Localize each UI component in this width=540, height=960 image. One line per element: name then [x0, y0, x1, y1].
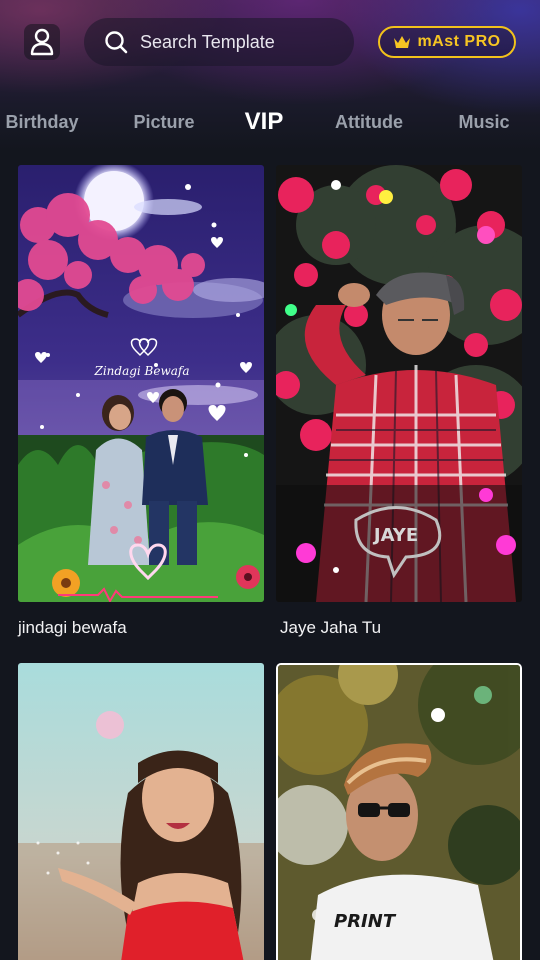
template-thumbnail[interactable]: Zindagi Bewafa [18, 165, 264, 602]
tab-music[interactable]: Music [458, 112, 509, 133]
search-placeholder: Search Template [140, 31, 275, 52]
girl-thumbnail-art [18, 663, 264, 960]
app-screen: Search Template mAst PRO Birthday Pictur… [0, 0, 540, 960]
search-icon [105, 31, 128, 54]
template-thumbnail[interactable]: JAYE [276, 165, 522, 602]
pro-label: mAst PRO [417, 33, 501, 50]
template-title: jindagi bewafa [18, 618, 127, 637]
pro-upgrade-button[interactable]: mAst PRO [378, 26, 516, 58]
profile-button[interactable] [24, 24, 60, 60]
template-title: Jaye Jaha Tu [280, 618, 382, 637]
tab-attitude[interactable]: Attitude [335, 112, 403, 133]
category-tabs: Birthday Picture VIP Attitude Music [0, 100, 540, 146]
template-thumbnail-selected[interactable]: PRINT [276, 663, 522, 960]
couple-thumbnail-art: Zindagi Bewafa [18, 165, 264, 602]
crown-icon [394, 36, 411, 48]
tab-picture[interactable]: Picture [133, 112, 194, 133]
person-icon [30, 28, 54, 56]
thumbnail-overlay-text: PRINT [334, 911, 397, 932]
search-bar[interactable]: Search Template [84, 18, 354, 66]
sunglasses-boy-thumbnail-art: PRINT [278, 665, 520, 960]
thumbnail-overlay-text: JAYE [372, 525, 418, 546]
template-thumbnail[interactable] [18, 663, 264, 960]
boy-thumbnail-art: JAYE [276, 165, 522, 602]
thumbnail-overlay-text: Zindagi Bewafa [93, 364, 189, 378]
tab-vip[interactable]: VIP [245, 108, 284, 136]
tab-birthday[interactable]: Birthday [5, 112, 78, 133]
